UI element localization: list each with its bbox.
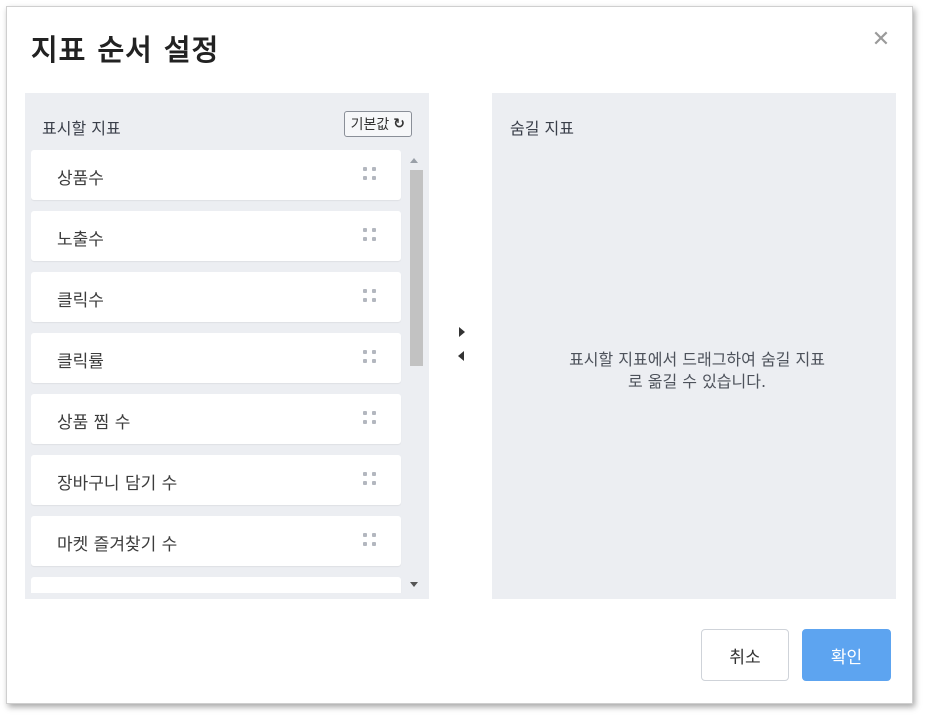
drag-handle-icon[interactable] [363,350,377,366]
drag-handle-icon[interactable] [363,533,377,549]
list-item[interactable]: 클릭수 [31,272,401,322]
drag-handle-icon[interactable] [363,289,377,305]
hidden-metrics-label: 숨길 지표 [510,119,574,138]
refresh-icon: ↻ [393,116,405,132]
visible-metrics-panel: 표시할 지표 기본값 ↻ 상품수 노출수 클릭수 클릭률 상품 찜 수 장바구니… [25,93,429,599]
empty-state-message: 표시할 지표에서 드래그하여 숨길 지표로 옮길 수 있습니다. [569,350,825,391]
close-icon[interactable]: ✕ [870,29,892,51]
drag-handle-icon[interactable] [363,472,377,488]
list-item[interactable]: 상품수 [31,150,401,200]
list-item[interactable]: 클릭률 [31,333,401,383]
scroll-down-icon[interactable] [410,582,418,587]
list-item-label: 노출수 [57,230,104,250]
list-item-label: 클릭수 [57,291,104,311]
confirm-button[interactable]: 확인 [802,629,891,681]
list-scrollbar[interactable] [407,150,423,593]
scroll-up-icon[interactable] [410,158,418,163]
reset-default-button[interactable]: 기본값 ↻ [343,111,412,137]
list-item-label: 마켓 즐겨찾기 수 [57,535,178,555]
list-item[interactable]: 노출수 [31,211,401,261]
drag-handle-icon[interactable] [363,411,377,427]
list-item-label: 상품 찜 수 [57,413,131,433]
hidden-metrics-panel[interactable]: 숨길 지표 표시할 지표에서 드래그하여 숨길 지표로 옮길 수 있습니다. [492,93,896,599]
visible-metrics-list: 상품수 노출수 클릭수 클릭률 상품 찜 수 장바구니 담기 수 마켓 즐겨찾기… [31,150,423,593]
move-arrows [455,325,469,365]
list-item[interactable]: 마켓 즐겨찾기 수 [31,516,401,566]
list-item-label: 상품수 [57,169,104,189]
reset-default-label: 기본값 [350,117,390,133]
drag-handle-icon[interactable] [363,228,377,244]
metric-order-dialog: 지표 순서 설정 ✕ 표시할 지표 기본값 ↻ 상품수 노출수 클릭수 클릭률 [6,6,913,704]
cancel-button[interactable]: 취소 [701,629,789,681]
list-item[interactable] [31,577,401,593]
list-item-label: 장바구니 담기 수 [57,474,178,494]
list-item[interactable]: 장바구니 담기 수 [31,455,401,505]
visible-metrics-label: 표시할 지표 [42,119,121,138]
drag-handle-icon[interactable] [363,167,377,183]
move-left-icon[interactable] [458,351,464,361]
dialog-title: 지표 순서 설정 [31,33,220,67]
scroll-thumb[interactable] [410,170,423,366]
move-right-icon[interactable] [459,327,465,337]
list-item-label: 클릭률 [57,352,104,372]
list-item[interactable]: 상품 찜 수 [31,394,401,444]
